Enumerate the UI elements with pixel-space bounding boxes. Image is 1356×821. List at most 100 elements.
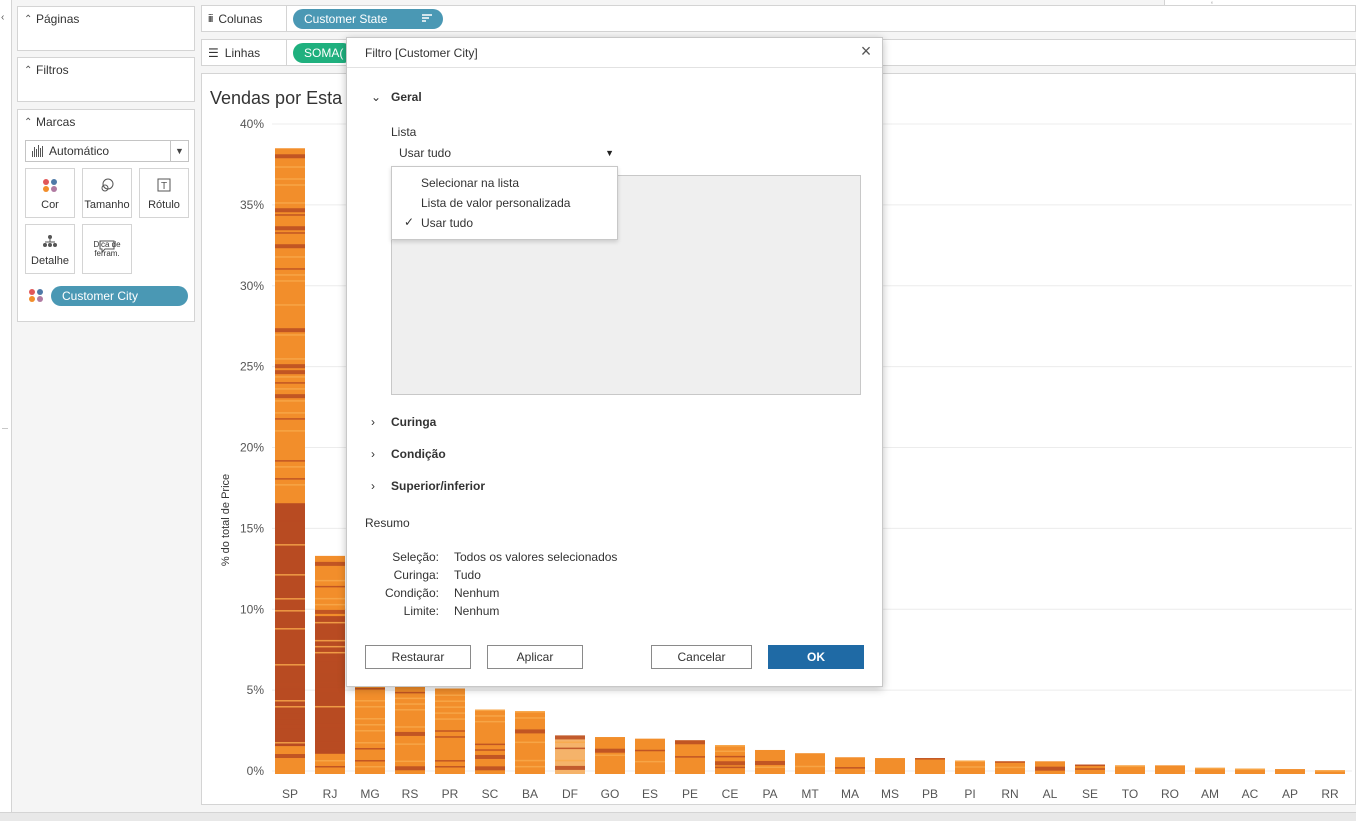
section-general[interactable]: ⌄ Geral [371,90,422,104]
bar-rr[interactable] [1315,770,1345,774]
bar[interactable] [875,758,905,774]
bar-segment [755,760,785,765]
bar-ms[interactable] [875,758,905,774]
columns-shelf[interactable]: iii Colunas Customer State [201,5,1356,32]
bar-go[interactable] [595,737,625,774]
rows-shelf-label: ☰ Linhas [208,40,260,65]
menu-item-select-from-list[interactable]: Selecionar na lista [392,173,617,193]
bar[interactable] [1155,765,1185,774]
bar-pr[interactable] [435,688,465,774]
bar-pe[interactable] [675,740,705,774]
bar-segment [635,749,665,752]
x-tick-label: PA [762,787,777,801]
bar-to[interactable] [1115,765,1145,774]
bar-segment [275,682,305,687]
x-tick-label: AM [1201,787,1219,801]
bar-ro[interactable] [1155,765,1185,774]
reset-button[interactable]: Restaurar [365,645,471,669]
bar-df[interactable] [555,735,585,774]
bar-segment [275,628,305,630]
rows-pill[interactable]: SOMA( [293,43,353,63]
bar-sc[interactable] [475,709,505,774]
label-button[interactable]: T Rótulo [139,168,189,218]
x-tick-label: AL [1043,787,1058,801]
bar[interactable] [475,709,505,774]
bar-segment [435,718,465,720]
size-circles-icon [99,175,115,195]
sort-icon[interactable] [421,12,433,27]
shelf-divider [286,6,287,31]
bar-segment [315,765,345,768]
close-icon[interactable]: × [858,42,874,60]
bar-segment [275,274,305,276]
menu-item-use-all[interactable]: ✓ Usar tudo [392,213,617,233]
collapse-caret-icon[interactable]: ⌃ [24,117,36,128]
mark-type-select[interactable]: Automático ▼ [25,140,189,162]
text-label-icon: T [157,175,171,195]
bar-mt[interactable] [795,753,825,774]
bar-segment [275,208,305,213]
bar[interactable] [795,753,825,774]
list-mode-select[interactable]: Usar tudo ▼ [392,142,618,164]
color-field-pill[interactable]: Customer City [51,286,188,306]
y-tick-label: 15% [240,521,264,535]
bar-pb[interactable] [915,758,945,774]
ok-button[interactable]: OK [768,645,864,669]
color-button[interactable]: Cor [25,168,75,218]
color-dots-icon [42,175,58,195]
bar-rj[interactable] [315,555,345,774]
apply-button[interactable]: Aplicar [487,645,583,669]
bar[interactable] [635,738,665,774]
section-condition[interactable]: › Condição [371,447,446,461]
collapse-left-icon[interactable]: ‹ [1,12,4,23]
columns-pill[interactable]: Customer State [293,9,443,29]
section-wildcard[interactable]: › Curinga [371,415,436,429]
bar[interactable] [915,758,945,774]
bar-segment [515,759,545,762]
bar-se[interactable] [1075,764,1105,774]
bar-am[interactable] [1195,767,1225,774]
pages-card-title: Páginas [36,12,80,26]
bar-ac[interactable] [1235,768,1265,774]
section-topbottom-label: Superior/inferior [391,479,486,493]
bar-segment [275,418,305,420]
bar-segment [275,166,305,168]
x-tick-label: SE [1082,787,1098,801]
bar-segment [275,700,305,702]
chevron-down-icon[interactable]: ▼ [170,141,188,161]
chevron-right-icon: › [371,447,375,461]
bar-ce[interactable] [715,745,745,774]
detail-button[interactable]: Detalhe [25,224,75,274]
list-mode-menu: Selecionar na lista Lista de valor perso… [391,166,618,240]
section-topbottom[interactable]: › Superior/inferior [371,479,485,493]
menu-item-custom-value-list[interactable]: Lista de valor personalizada [392,193,617,213]
bar[interactable] [835,757,865,774]
tooltip-button[interactable]: Dica de ferram. [82,224,132,274]
bar-rn[interactable] [995,761,1025,774]
collapse-caret-icon[interactable]: ⌃ [24,65,36,76]
bar-segment [275,712,305,714]
horizontal-scrollbar[interactable] [0,812,1356,821]
size-button[interactable]: Tamanho [82,168,132,218]
bar-pa[interactable] [755,749,785,774]
collapse-caret-icon[interactable]: ⌃ [24,14,36,25]
bar-segment [275,364,305,369]
bar[interactable] [715,745,745,774]
bar[interactable] [1275,769,1305,774]
left-collapse-strip[interactable]: ‹ [0,0,12,812]
bar-ba[interactable] [515,711,545,774]
section-condition-label: Condição [391,447,446,461]
bar-rs[interactable] [395,680,425,774]
bar-es[interactable] [635,738,665,774]
cancel-button[interactable]: Cancelar [651,645,752,669]
bar-sp[interactable] [275,148,305,774]
bar-segment [995,761,1025,763]
bar-ap[interactable] [1275,769,1305,774]
bar-ma[interactable] [835,757,865,774]
bar-segment [315,603,345,606]
summary-key: Seleção: [392,550,439,564]
bar-segment [915,758,945,760]
bar-al[interactable] [1035,761,1065,774]
dialog-title: Filtro [Customer City] [365,46,478,60]
bar-pi[interactable] [955,760,985,774]
